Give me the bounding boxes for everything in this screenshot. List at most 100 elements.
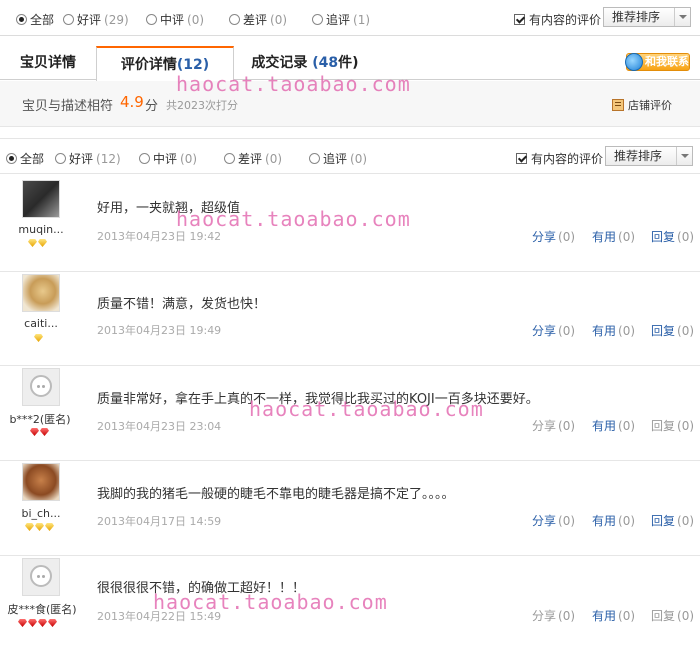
gem-icon: [38, 619, 47, 627]
gem-icon: [35, 523, 44, 531]
review-text: 好用，一夹就翘，超级值: [97, 201, 241, 216]
share-button[interactable]: 分享 (0): [532, 228, 575, 245]
username[interactable]: 皮***食(匿名): [2, 601, 82, 617]
reply-button[interactable]: 回复 (0): [651, 322, 694, 339]
rating-count: 共2023次打分: [166, 99, 238, 112]
useful-button[interactable]: 有用 (0): [592, 512, 635, 529]
radio-icon: [224, 153, 235, 164]
review-text: 质量不错！满意，发货也快！: [97, 297, 267, 312]
rating-label: 宝贝与描述相符: [22, 99, 114, 114]
review-date: 2013年04月23日 19:42: [97, 230, 222, 243]
filter-followup-top[interactable]: 追评 (1): [312, 11, 370, 28]
radio-icon: [229, 14, 240, 25]
filter-bad[interactable]: 差评 (0): [224, 150, 282, 167]
radio-icon: [312, 14, 323, 25]
tab-item-details[interactable]: 宝贝详情: [0, 46, 96, 80]
gem-icon: [25, 523, 34, 531]
reply-button[interactable]: 回复 (0): [651, 417, 694, 434]
username[interactable]: muqin...: [14, 223, 68, 236]
username[interactable]: caiti...: [14, 317, 68, 330]
review-filter-bar: 全部 好评 (12) 中评 (0) 差评 (0) 追评 (0) 有内容的评价 推荐排序: [0, 138, 700, 174]
review-item: muqin... 好用，一夹就翘，超级值 2013年04月23日 19:42 分…: [0, 178, 700, 272]
filter-all[interactable]: 全部: [6, 150, 44, 167]
checkbox-icon: [516, 153, 527, 164]
contact-seller-button[interactable]: 和我联系: [625, 53, 690, 71]
useful-button[interactable]: 有用 (0): [592, 228, 635, 245]
default-avatar-icon: [30, 375, 52, 397]
tab-transactions[interactable]: 成交记录 (48件): [234, 46, 376, 80]
avatar[interactable]: [22, 368, 60, 406]
useful-button[interactable]: 有用 (0): [592, 607, 635, 624]
review-text: 我脚的我的猪毛一般硬的睫毛不靠电的睫毛器是搞不定了。。。。: [97, 487, 455, 502]
radio-icon: [309, 153, 320, 164]
gem-icon: [34, 334, 43, 342]
avatar[interactable]: [22, 180, 60, 218]
buyer-level-badges: [18, 619, 57, 627]
rating-unit: 分: [145, 99, 159, 114]
checkbox-icon: [514, 14, 525, 25]
buyer-level-badges: [28, 239, 47, 247]
share-button[interactable]: 分享 (0): [532, 417, 575, 434]
shop-rating-link[interactable]: 店铺评价: [612, 97, 672, 113]
avatar[interactable]: [22, 274, 60, 312]
content-only-checkbox[interactable]: 有内容的评价: [516, 150, 603, 167]
rating-summary: 宝贝与描述相符 4.9 分 共2023次打分 店铺评价: [0, 81, 700, 127]
radio-icon: [16, 14, 27, 25]
radio-icon: [146, 14, 157, 25]
top-filter-bar: 全部 好评 (29) 中评 (0) 差评 (0) 追评 (1) 有内容的评价 推荐排序: [0, 0, 700, 36]
review-text: 质量非常好，拿在手上真的不一样，我觉得比我买过的KOJI一百多块还要好。: [97, 392, 539, 407]
review-item: bi_ch... 我脚的我的猪毛一般硬的睫毛不靠电的睫毛器是搞不定了。。。。 2…: [0, 461, 700, 556]
gem-icon: [48, 619, 57, 627]
review-item: caiti... 质量不错！满意，发货也快！ 2013年04月23日 19:49…: [0, 272, 700, 366]
avatar[interactable]: [22, 558, 60, 596]
filter-neutral[interactable]: 中评 (0): [139, 150, 197, 167]
gem-icon: [45, 523, 54, 531]
gem-icon: [28, 619, 37, 627]
review-date: 2013年04月23日 19:49: [97, 324, 222, 337]
default-avatar-icon: [30, 565, 52, 587]
reply-button[interactable]: 回复 (0): [651, 607, 694, 624]
chevron-down-icon: [676, 147, 692, 165]
review-date: 2013年04月23日 23:04: [97, 420, 222, 433]
review-date: 2013年04月17日 14:59: [97, 515, 222, 528]
radio-icon: [6, 153, 17, 164]
content-only-checkbox-top[interactable]: 有内容的评价: [514, 11, 601, 28]
avatar[interactable]: [22, 463, 60, 501]
share-button[interactable]: 分享 (0): [532, 512, 575, 529]
review-item: 皮***食(匿名) 很很很很不错，的确做工超好！！！ 2013年04月22日 1…: [0, 556, 700, 650]
username[interactable]: bi_ch...: [14, 507, 68, 520]
review-item: b***2(匿名) 质量非常好，拿在手上真的不一样，我觉得比我买过的KOJI一百…: [0, 366, 700, 461]
gem-icon: [18, 619, 27, 627]
filter-followup[interactable]: 追评 (0): [309, 150, 367, 167]
filter-good-top[interactable]: 好评 (29): [63, 11, 129, 28]
review-text: 很很很很不错，的确做工超好！！！: [97, 581, 306, 596]
tab-reviews[interactable]: 评价详情(12): [96, 46, 234, 81]
useful-button[interactable]: 有用 (0): [592, 417, 635, 434]
tab-bar: 宝贝详情 评价详情(12) 成交记录 (48件) 和我联系: [0, 46, 700, 81]
buyer-level-badges: [34, 334, 43, 342]
share-button[interactable]: 分享 (0): [532, 607, 575, 624]
buyer-level-badges: [30, 428, 49, 436]
gem-icon: [30, 428, 39, 436]
review-date: 2013年04月22日 15:49: [97, 610, 222, 623]
radio-icon: [139, 153, 150, 164]
shop-icon: [612, 99, 624, 111]
username[interactable]: b***2(匿名): [4, 411, 76, 427]
filter-good[interactable]: 好评 (12): [55, 150, 121, 167]
gem-icon: [28, 239, 37, 247]
gem-icon: [40, 428, 49, 436]
share-button[interactable]: 分享 (0): [532, 322, 575, 339]
filter-bad-top[interactable]: 差评 (0): [229, 11, 287, 28]
gem-icon: [38, 239, 47, 247]
sort-select[interactable]: 推荐排序: [605, 146, 693, 166]
rating-score: 4.9: [120, 93, 144, 111]
reply-button[interactable]: 回复 (0): [651, 228, 694, 245]
reply-button[interactable]: 回复 (0): [651, 512, 694, 529]
radio-icon: [63, 14, 74, 25]
useful-button[interactable]: 有用 (0): [592, 322, 635, 339]
filter-all-top[interactable]: 全部: [16, 11, 54, 28]
chat-icon: [625, 53, 643, 71]
radio-icon: [55, 153, 66, 164]
sort-select-top[interactable]: 推荐排序: [603, 7, 691, 27]
filter-neutral-top[interactable]: 中评 (0): [146, 11, 204, 28]
